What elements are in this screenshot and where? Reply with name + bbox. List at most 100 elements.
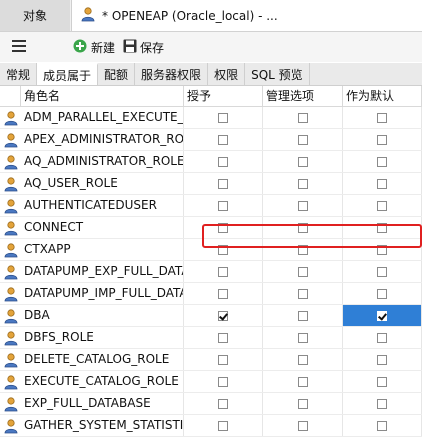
admin-option-checkbox[interactable] xyxy=(297,178,308,189)
admin-option-cell xyxy=(263,327,343,348)
table-row[interactable]: DBFS_ROLE xyxy=(0,327,422,349)
objects-tab[interactable]: 对象 xyxy=(0,0,70,31)
tab-label: 配额 xyxy=(104,67,129,82)
as-default-checkbox[interactable] xyxy=(377,200,387,211)
table-row[interactable]: DATAPUMP_EXP_FULL_DATABASE xyxy=(0,261,422,283)
header-role-name[interactable]: 角色名 xyxy=(21,86,184,106)
table-row[interactable]: DATAPUMP_IMP_FULL_DATABASE xyxy=(0,283,422,305)
role-icon xyxy=(0,393,21,414)
as-default-cell xyxy=(343,305,422,326)
grant-cell xyxy=(184,283,263,304)
admin-option-checkbox[interactable] xyxy=(297,222,308,233)
as-default-checkbox[interactable] xyxy=(377,112,387,123)
as-default-checkbox[interactable] xyxy=(377,288,387,299)
as-default-checkbox[interactable] xyxy=(377,266,387,277)
tab-member-of[interactable]: 成员属于 xyxy=(37,63,99,85)
role-name: DBA xyxy=(21,305,184,326)
admin-option-checkbox[interactable] xyxy=(297,134,308,145)
admin-option-cell xyxy=(263,371,343,392)
admin-option-checkbox[interactable] xyxy=(297,420,308,431)
as-default-cell xyxy=(343,195,422,216)
admin-option-checkbox[interactable] xyxy=(297,244,308,255)
role-icon xyxy=(0,217,21,238)
tab-server-privileges[interactable]: 服务器权限 xyxy=(135,63,209,85)
admin-option-checkbox[interactable] xyxy=(297,398,308,409)
role-icon xyxy=(0,129,21,150)
grant-checkbox[interactable] xyxy=(218,398,228,409)
as-default-cell xyxy=(343,415,422,436)
grant-checkbox[interactable] xyxy=(218,310,228,321)
header-grant[interactable]: 授予 xyxy=(184,86,263,106)
new-button[interactable]: 新建 xyxy=(68,35,119,59)
table-row[interactable]: EXP_FULL_DATABASE xyxy=(0,393,422,415)
document-tab[interactable]: * OPENEAP (Oracle_local) - ... xyxy=(71,0,422,31)
admin-option-checkbox[interactable] xyxy=(297,112,308,123)
save-button[interactable]: 保存 xyxy=(119,35,168,59)
table-row[interactable]: AQ_USER_ROLE xyxy=(0,173,422,195)
as-default-checkbox[interactable] xyxy=(377,420,387,431)
header-as-default[interactable]: 作为默认 xyxy=(343,86,422,106)
table-row[interactable]: ADM_PARALLEL_EXECUTE_TASK xyxy=(0,107,422,129)
grant-checkbox[interactable] xyxy=(218,178,228,189)
grant-checkbox[interactable] xyxy=(218,244,228,255)
menu-button[interactable] xyxy=(8,35,34,59)
table-row[interactable]: AUTHENTICATEDUSER xyxy=(0,195,422,217)
tab-label: 权限 xyxy=(214,67,239,82)
table-row[interactable]: APEX_ADMINISTRATOR_ROLE xyxy=(0,129,422,151)
tab-quota[interactable]: 配额 xyxy=(98,63,136,85)
grant-cell xyxy=(184,349,263,370)
grant-checkbox[interactable] xyxy=(218,222,228,233)
as-default-checkbox[interactable] xyxy=(377,398,387,409)
grant-checkbox[interactable] xyxy=(218,266,228,277)
table-row[interactable]: EXECUTE_CATALOG_ROLE xyxy=(0,371,422,393)
table-row[interactable]: CONNECT xyxy=(0,217,422,239)
as-default-checkbox[interactable] xyxy=(377,178,387,189)
grant-cell xyxy=(184,107,263,128)
grant-checkbox[interactable] xyxy=(218,332,228,343)
grant-checkbox[interactable] xyxy=(218,420,228,431)
role-name: GATHER_SYSTEM_STATISTICS xyxy=(21,415,184,436)
as-default-checkbox[interactable] xyxy=(377,354,387,365)
as-default-checkbox[interactable] xyxy=(377,244,387,255)
table-row[interactable]: AQ_ADMINISTRATOR_ROLE xyxy=(0,151,422,173)
role-icon xyxy=(0,327,21,348)
header-admin-option[interactable]: 管理选项 xyxy=(263,86,343,106)
as-default-checkbox[interactable] xyxy=(377,134,387,145)
admin-option-checkbox[interactable] xyxy=(297,288,308,299)
role-name: ADM_PARALLEL_EXECUTE_TASK xyxy=(21,107,184,128)
as-default-cell xyxy=(343,239,422,260)
grant-checkbox[interactable] xyxy=(218,112,228,123)
grant-checkbox[interactable] xyxy=(218,200,228,211)
role-name: CTXAPP xyxy=(21,239,184,260)
table-row[interactable]: DBA xyxy=(0,305,422,327)
admin-option-checkbox[interactable] xyxy=(297,354,308,365)
admin-option-checkbox[interactable] xyxy=(297,200,308,211)
grant-checkbox[interactable] xyxy=(218,288,228,299)
role-name: DATAPUMP_EXP_FULL_DATABASE xyxy=(21,261,184,282)
table-row[interactable]: DELETE_CATALOG_ROLE xyxy=(0,349,422,371)
table-row[interactable]: GATHER_SYSTEM_STATISTICS xyxy=(0,415,422,437)
grant-checkbox[interactable] xyxy=(218,354,228,365)
admin-option-cell xyxy=(263,151,343,172)
hamburger-icon xyxy=(12,39,26,55)
admin-option-checkbox[interactable] xyxy=(297,376,308,387)
admin-option-checkbox[interactable] xyxy=(297,156,308,167)
tab-general[interactable]: 常规 xyxy=(0,63,38,85)
role-name: EXECUTE_CATALOG_ROLE xyxy=(21,371,184,392)
admin-option-checkbox[interactable] xyxy=(297,310,308,321)
admin-option-checkbox[interactable] xyxy=(297,332,308,343)
as-default-checkbox[interactable] xyxy=(377,376,387,387)
grant-checkbox[interactable] xyxy=(218,156,228,167)
tab-sql-preview[interactable]: SQL 预览 xyxy=(245,63,310,85)
as-default-checkbox[interactable] xyxy=(377,310,387,321)
as-default-checkbox[interactable] xyxy=(377,156,387,167)
admin-option-checkbox[interactable] xyxy=(297,266,308,277)
as-default-checkbox[interactable] xyxy=(377,332,387,343)
grant-checkbox[interactable] xyxy=(218,134,228,145)
as-default-checkbox[interactable] xyxy=(377,222,387,233)
grant-checkbox[interactable] xyxy=(218,376,228,387)
role-icon xyxy=(0,283,21,304)
tab-privileges[interactable]: 权限 xyxy=(208,63,246,85)
role-icon xyxy=(0,305,21,326)
table-row[interactable]: CTXAPP xyxy=(0,239,422,261)
